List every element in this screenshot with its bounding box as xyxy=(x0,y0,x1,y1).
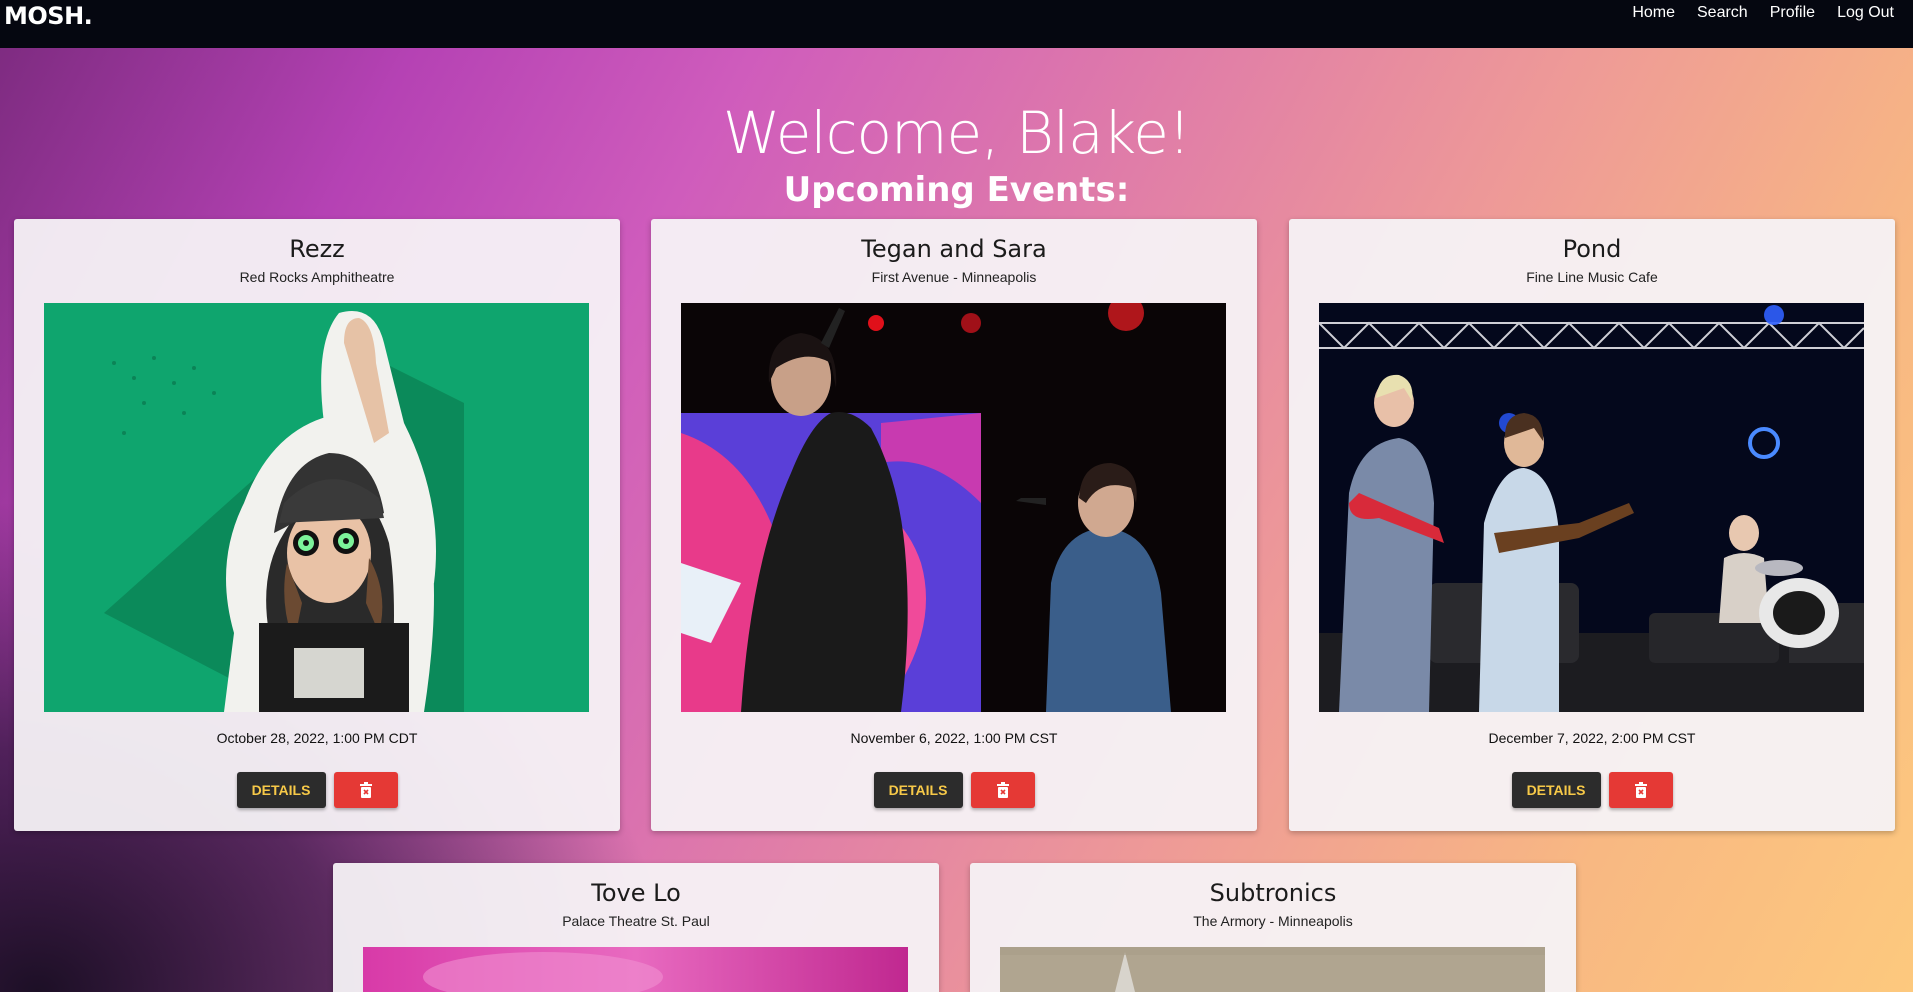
nav-links: Home Search Profile Log Out xyxy=(1621,0,1913,22)
trash-icon xyxy=(359,782,372,798)
welcome-heading: Welcome, Blake! xyxy=(722,99,1191,167)
event-card: Rezz Red Rocks Amphitheatre October 28, … xyxy=(14,219,620,831)
card-actions: DETAILS xyxy=(651,772,1257,808)
event-title: Tove Lo xyxy=(591,879,681,907)
event-image xyxy=(44,303,589,712)
event-image xyxy=(681,303,1226,712)
event-title: Subtronics xyxy=(1209,879,1337,907)
event-date: October 28, 2022, 1:00 PM CDT xyxy=(216,730,418,746)
nav-search[interactable]: Search xyxy=(1686,4,1759,22)
event-image xyxy=(363,947,908,992)
event-card: Subtronics The Armory - Minneapolis xyxy=(970,863,1576,992)
event-date: December 7, 2022, 2:00 PM CST xyxy=(1488,730,1696,746)
nav-home[interactable]: Home xyxy=(1621,4,1686,22)
brand-logo[interactable]: MOSH. xyxy=(0,0,93,30)
event-venue: Fine Line Music Cafe xyxy=(1526,269,1658,285)
details-button[interactable]: DETAILS xyxy=(236,772,326,808)
event-venue: The Armory - Minneapolis xyxy=(1193,913,1353,929)
nav-profile[interactable]: Profile xyxy=(1759,4,1826,22)
event-card: Tove Lo Palace Theatre St. Paul xyxy=(333,863,939,992)
navbar: MOSH. Home Search Profile Log Out xyxy=(0,0,1913,48)
event-card: Tegan and Sara First Avenue - Minneapoli… xyxy=(651,219,1257,831)
event-venue: Palace Theatre St. Paul xyxy=(562,913,710,929)
event-venue: First Avenue - Minneapolis xyxy=(871,269,1037,285)
trash-icon xyxy=(996,782,1009,798)
card-actions: DETAILS xyxy=(14,772,620,808)
event-venue: Red Rocks Amphitheatre xyxy=(239,269,395,285)
details-button[interactable]: DETAILS xyxy=(1511,772,1601,808)
card-actions: DETAILS xyxy=(1289,772,1895,808)
event-image xyxy=(1319,303,1864,712)
details-button[interactable]: DETAILS xyxy=(873,772,963,808)
event-image xyxy=(1000,947,1545,992)
event-title: Rezz xyxy=(289,235,345,263)
event-date: November 6, 2022, 1:00 PM CST xyxy=(850,730,1058,746)
trash-icon xyxy=(1634,782,1647,798)
delete-button[interactable] xyxy=(970,772,1035,808)
delete-button[interactable] xyxy=(1608,772,1673,808)
delete-button[interactable] xyxy=(333,772,398,808)
upcoming-events-heading: Upcoming Events: xyxy=(783,170,1130,210)
nav-logout[interactable]: Log Out xyxy=(1826,4,1905,22)
event-title: Tegan and Sara xyxy=(861,235,1047,263)
event-title: Pond xyxy=(1562,235,1622,263)
event-card: Pond Fine Line Music Cafe December 7, 20… xyxy=(1289,219,1895,831)
